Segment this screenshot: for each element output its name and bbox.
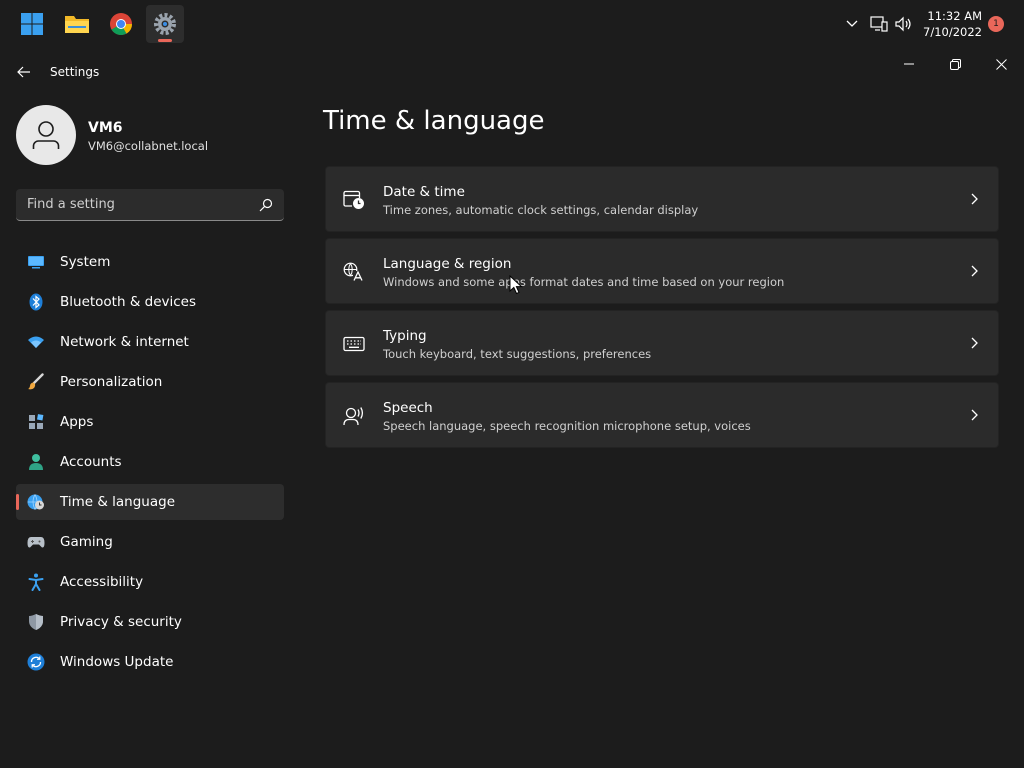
accessibility-icon (27, 573, 45, 591)
card-title: Language & region (383, 256, 512, 272)
globe-clock-icon (27, 493, 45, 511)
sidebar-item-system[interactable]: System (16, 244, 284, 280)
sidebar-item-network[interactable]: Network & internet (16, 324, 284, 360)
sidebar-nav: System Bluetooth & devices Network & int… (16, 244, 284, 684)
avatar[interactable] (16, 105, 76, 165)
card-title: Date & time (383, 184, 465, 200)
sidebar-item-personalization[interactable]: Personalization (16, 364, 284, 400)
sidebar-item-bluetooth[interactable]: Bluetooth & devices (16, 284, 284, 320)
sidebar-item-privacy[interactable]: Privacy & security (16, 604, 284, 640)
person-outline-icon (32, 121, 60, 149)
sidebar-item-windows-update[interactable]: Windows Update (16, 644, 284, 680)
card-description: Time zones, automatic clock settings, ca… (383, 203, 699, 217)
system-clock[interactable]: 11:32 AM 7/10/2022 (923, 8, 982, 40)
card-title: Speech (383, 400, 433, 416)
apps-icon (27, 413, 45, 431)
sidebar-item-apps[interactable]: Apps (16, 404, 284, 440)
monitor-icon (27, 253, 45, 271)
keyboard-icon (342, 333, 366, 355)
user-email: VM6@collabnet.local (88, 139, 209, 153)
sidebar-item-label: Windows Update (60, 654, 174, 670)
card-title: Typing (383, 328, 427, 344)
sidebar-item-label: Bluetooth & devices (60, 294, 197, 310)
sidebar-item-label: Network & internet (60, 334, 189, 350)
speech-icon (342, 405, 366, 427)
settings-list: Date & time Time zones, automatic clock … (325, 166, 999, 454)
card-language-region[interactable]: Language & region Windows and some apps … (325, 238, 999, 304)
gear-icon (154, 13, 176, 35)
card-description: Touch keyboard, text suggestions, prefer… (383, 347, 652, 361)
language-icon (342, 261, 366, 283)
app-title: Settings (50, 65, 100, 79)
sidebar-item-label: Accessibility (60, 574, 144, 590)
chevron-right-icon (971, 265, 978, 277)
sidebar-item-gaming[interactable]: Gaming (16, 524, 284, 560)
update-icon (27, 653, 45, 671)
wifi-icon (27, 333, 45, 351)
notification-badge[interactable]: 1 (988, 16, 1004, 32)
card-description: Windows and some apps format dates and t… (383, 275, 785, 289)
bluetooth-icon (27, 293, 45, 311)
folder-icon (65, 16, 89, 33)
clock-time: 11:32 AM (927, 9, 982, 23)
back-button[interactable] (12, 62, 36, 82)
close-icon (995, 58, 1007, 70)
windows-logo-icon (21, 13, 43, 35)
sidebar-item-label: Time & language (60, 494, 176, 510)
chevron-up-icon[interactable] (843, 15, 861, 33)
arrow-left-icon (17, 66, 30, 78)
gamepad-icon (27, 533, 45, 551)
restore-button[interactable] (932, 56, 978, 72)
chevron-right-icon (971, 409, 978, 421)
sidebar-item-label: System (60, 254, 111, 270)
taskbar: 11:32 AM 7/10/2022 1 (0, 0, 1024, 48)
user-name: VM6 (88, 120, 123, 136)
sidebar-item-label: Accounts (60, 454, 122, 470)
shield-icon (27, 613, 45, 631)
clock-date: 7/10/2022 (923, 25, 982, 39)
search-input[interactable] (16, 189, 284, 220)
sidebar-item-accounts[interactable]: Accounts (16, 444, 284, 480)
title-bar: Settings (0, 56, 1024, 88)
sidebar-item-time-language[interactable]: Time & language (16, 484, 284, 520)
minimize-button[interactable] (886, 56, 932, 72)
card-description: Speech language, speech recognition micr… (383, 419, 751, 433)
sidebar-item-accessibility[interactable]: Accessibility (16, 564, 284, 600)
close-button[interactable] (978, 56, 1024, 72)
chrome-button[interactable] (102, 5, 140, 43)
chevron-right-icon (971, 337, 978, 349)
restore-icon (949, 58, 961, 70)
chevron-right-icon (971, 193, 978, 205)
settings-taskbar-button[interactable] (146, 5, 184, 43)
page-title: Time & language (323, 106, 545, 136)
file-explorer-button[interactable] (58, 5, 96, 43)
network-icon[interactable] (870, 15, 888, 33)
volume-icon[interactable] (894, 15, 912, 33)
minimize-icon (904, 63, 914, 65)
calendar-clock-icon (342, 189, 366, 211)
sidebar-item-label: Apps (60, 414, 94, 430)
brush-icon (27, 373, 45, 391)
card-date-time[interactable]: Date & time Time zones, automatic clock … (325, 166, 999, 232)
card-speech[interactable]: Speech Speech language, speech recogniti… (325, 382, 999, 448)
sidebar-item-label: Personalization (60, 374, 163, 390)
card-typing[interactable]: Typing Touch keyboard, text suggestions,… (325, 310, 999, 376)
mouse-cursor-icon (509, 275, 523, 295)
search-icon[interactable] (258, 197, 274, 213)
search-box (16, 189, 284, 221)
sidebar-item-label: Privacy & security (60, 614, 182, 630)
chrome-icon (110, 13, 132, 35)
start-button[interactable] (13, 5, 51, 43)
sidebar-item-label: Gaming (60, 534, 113, 550)
person-icon (27, 453, 45, 471)
